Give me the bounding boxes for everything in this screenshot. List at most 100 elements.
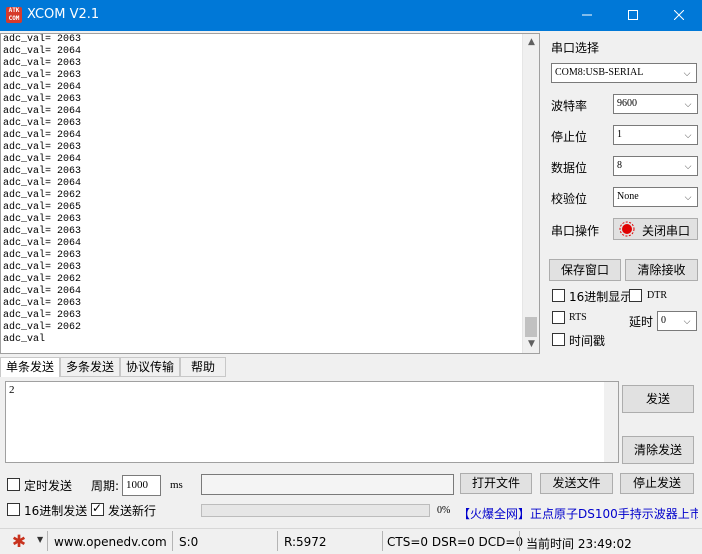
receive-scrollbar[interactable]: ▲ ▼: [522, 34, 539, 353]
stop-bits-select[interactable]: 1 ⌵: [613, 125, 698, 145]
hex-display-label: 16进制显示: [569, 290, 633, 304]
close-icon: [673, 9, 685, 21]
parity-label: 校验位: [551, 192, 588, 206]
open-file-button[interactable]: 打开文件: [460, 473, 532, 494]
close-port-label: 关闭串口: [642, 224, 691, 238]
save-window-button[interactable]: 保存窗口: [549, 259, 621, 281]
chevron-down-icon: ⌵: [684, 130, 692, 140]
send-newline-checkbox[interactable]: [91, 501, 104, 516]
title-bar: ATK COM XCOM V2.1: [0, 0, 702, 31]
receive-line: adc_val= 2063: [3, 298, 82, 309]
receive-line: adc_val= 2062: [3, 274, 82, 285]
receive-line: adc_val= 2063: [3, 58, 82, 69]
baud-value: 9600: [617, 98, 637, 109]
receive-line: adc_val= 2064: [3, 82, 82, 93]
receive-line: adc_val= 2064: [3, 130, 82, 141]
stop-bits-value: 1: [617, 129, 622, 140]
receive-line: adc_val= 2065: [3, 202, 82, 213]
website-link[interactable]: www.openedv.com: [54, 535, 167, 549]
receive-line: adc_val= 2062: [3, 322, 82, 333]
status-bar: ✱ ▼ www.openedv.com S:0 R:5972 CTS=0 DSR…: [0, 528, 702, 554]
indicator-icon: [619, 221, 635, 237]
receive-line: adc_val= 2063: [3, 34, 82, 45]
maximize-icon: [628, 10, 638, 20]
receive-line: adc_val= 2063: [3, 166, 82, 177]
dtr-checkbox[interactable]: [629, 289, 642, 302]
rts-checkbox[interactable]: [552, 311, 565, 324]
port-select[interactable]: COM8:USB-SERIAL ⌵: [551, 63, 697, 83]
data-bits-select[interactable]: 8 ⌵: [613, 156, 698, 176]
receive-line: adc_val= 2064: [3, 46, 82, 57]
file-path-input[interactable]: [201, 474, 454, 495]
receive-line: adc_val= 2063: [3, 142, 82, 153]
send-newline-label: 发送新行: [108, 504, 157, 518]
delay-select[interactable]: 0 ⌵: [657, 311, 697, 331]
receive-text: adc_val= 2063 adc_val= 2064 adc_val= 2063 a…: [3, 34, 81, 346]
delay-value: 0: [661, 315, 666, 326]
receive-line: adc_val: [3, 334, 46, 345]
receive-line: adc_val= 2063: [3, 310, 82, 321]
send-input[interactable]: 2: [5, 381, 619, 463]
maximize-button[interactable]: [610, 0, 656, 31]
receive-line: adc_val= 2064: [3, 286, 82, 297]
close-button[interactable]: [656, 0, 702, 31]
receive-line: adc_val= 2063: [3, 250, 82, 261]
tab-multi-send[interactable]: 多条发送: [60, 357, 120, 377]
minimize-icon: [582, 14, 592, 16]
send-scrollbar[interactable]: [604, 382, 618, 462]
baud-select[interactable]: 9600 ⌵: [613, 94, 698, 114]
receive-line: adc_val= 2063: [3, 94, 82, 105]
clear-send-button[interactable]: 清除发送: [622, 436, 694, 464]
ad-link[interactable]: 【火爆全网】正点原子DS100手持示波器上市: [458, 505, 698, 523]
timed-send-checkbox[interactable]: [7, 478, 20, 491]
send-tabs: 单条发送 多条发送 协议传输 帮助: [0, 357, 226, 377]
chevron-down-icon: ⌵: [684, 99, 692, 109]
stop-bits-label: 停止位: [551, 130, 588, 144]
period-label: 周期:: [91, 479, 120, 493]
parity-value: None: [617, 191, 639, 202]
receive-line: adc_val= 2063: [3, 262, 82, 273]
period-input[interactable]: 1000: [122, 475, 161, 496]
baud-label: 波特率: [551, 99, 588, 113]
period-unit: ms: [170, 479, 183, 491]
send-file-button[interactable]: 发送文件: [540, 473, 613, 494]
hex-send-label: 16进制发送: [24, 504, 88, 518]
sent-count: S:0: [179, 535, 199, 549]
receive-line: adc_val= 2062: [3, 190, 82, 201]
data-bits-label: 数据位: [551, 161, 588, 175]
tab-protocol[interactable]: 协议传输: [120, 357, 180, 377]
gear-icon[interactable]: ✱: [10, 533, 28, 551]
tab-help[interactable]: 帮助: [180, 357, 226, 377]
receive-line: adc_val= 2063: [3, 226, 82, 237]
receive-line: adc_val= 2064: [3, 154, 82, 165]
hex-send-checkbox[interactable]: [7, 503, 20, 516]
chevron-down-icon: ⌵: [683, 316, 691, 326]
app-logo-icon: ATK COM: [6, 7, 22, 23]
data-bits-value: 8: [617, 160, 622, 171]
scroll-thumb[interactable]: [525, 317, 537, 337]
scroll-up-icon[interactable]: ▲: [523, 34, 539, 51]
current-time: 当前时间 23:49:02: [526, 537, 632, 551]
stop-send-button[interactable]: 停止发送: [620, 473, 694, 494]
parity-select[interactable]: None ⌵: [613, 187, 698, 207]
window-title: XCOM V2.1: [27, 7, 100, 22]
delay-label: 延时: [629, 315, 654, 329]
progress-percent: 0%: [437, 505, 451, 516]
send-button[interactable]: 发送: [622, 385, 694, 413]
send-text: 2: [9, 384, 15, 396]
minimize-button[interactable]: [564, 0, 610, 31]
hex-display-checkbox[interactable]: [552, 289, 565, 302]
receive-area[interactable]: adc_val= 2063 adc_val= 2064 adc_val= 2063 a…: [0, 33, 540, 354]
chevron-down-icon[interactable]: ▼: [37, 535, 43, 544]
timestamp-checkbox[interactable]: [552, 333, 565, 346]
close-port-button[interactable]: 关闭串口: [613, 218, 698, 240]
scroll-down-icon[interactable]: ▼: [523, 336, 539, 353]
rts-label: RTS: [569, 312, 587, 323]
chevron-down-icon: ⌵: [683, 68, 691, 78]
send-progress-bar: [201, 504, 430, 517]
receive-line: adc_val= 2063: [3, 70, 82, 81]
tab-single-send[interactable]: 单条发送: [0, 357, 60, 377]
receive-line: adc_val= 2063: [3, 118, 82, 129]
clear-receive-button[interactable]: 清除接收: [625, 259, 698, 281]
received-count: R:5972: [284, 535, 327, 549]
